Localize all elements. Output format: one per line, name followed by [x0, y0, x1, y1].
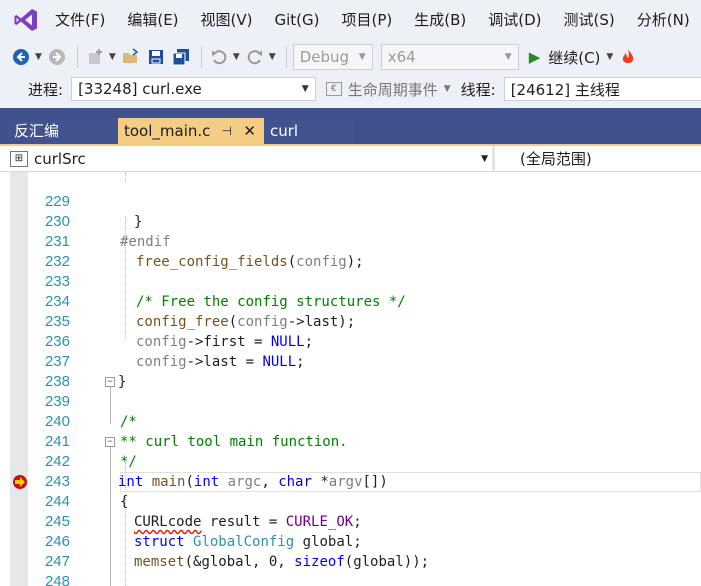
code-line: 249 [0, 572, 701, 586]
tab-tool-main-c[interactable]: tool_main.c ⊣ ✕ [118, 118, 264, 144]
navigate-back-icon[interactable] [10, 46, 32, 68]
save-all-icon[interactable] [170, 46, 192, 68]
menu-bar: 文件(F) 编辑(E) 视图(V) Git(G) 项目(P) 生成(B) 调试(… [0, 0, 701, 40]
code-line: 246 memset(&global, 0, sizeof(global)); [0, 512, 701, 570]
code-line: 229 } [0, 172, 701, 230]
code-line: 243 { [0, 452, 701, 510]
chevron-down-icon: ▼ [358, 52, 366, 62]
scope-select[interactable]: (全局范围) [520, 148, 592, 170]
navigation-bar: ⊞ curlSrc ▼ (全局范围) [0, 146, 701, 172]
process-label: 进程: [28, 80, 64, 99]
nav-divider [492, 146, 495, 172]
solution-platform-select[interactable]: x64 ▼ [380, 44, 519, 70]
project-icon: ⊞ [10, 151, 28, 167]
open-file-icon[interactable] [120, 46, 142, 68]
hot-reload-icon[interactable] [617, 46, 639, 68]
project-select[interactable]: ⊞ curlSrc ▼ [10, 148, 492, 170]
chevron-down-icon: ▼ [481, 154, 488, 164]
code-line: 234 config_free(config->last); [0, 272, 701, 330]
code-line-current: 244 CURLcode result = CURLE_OK; [0, 472, 701, 530]
thread-label: 线程: [460, 80, 496, 99]
code-line: 233 /* Free the config structures */ [0, 252, 701, 310]
solution-configuration-select[interactable]: Debug ▼ [292, 44, 373, 70]
redo-icon[interactable] [244, 46, 266, 68]
toolbar-separator [285, 46, 287, 68]
debug-location-toolbar: 进程: [33248] curl.exe ▼ € 生命周期事件 ▼ 线程: [2… [0, 74, 701, 104]
undo-icon[interactable] [208, 46, 230, 68]
visual-studio-logo-icon[interactable] [8, 0, 44, 40]
continue-label: 继续(C) [548, 48, 601, 67]
tab-curl[interactable]: curl [264, 118, 354, 144]
code-line: 242 int main(int argc, char *argv[]) [0, 432, 701, 490]
menu-project[interactable]: 项目(P) [331, 0, 404, 40]
chevron-down-icon: ▼ [301, 84, 309, 94]
menu-file[interactable]: 文件(F) [44, 0, 116, 40]
solution-platform-value: x64 [387, 48, 416, 66]
navigate-forward-icon[interactable] [46, 46, 68, 68]
code-line: 238 [0, 352, 701, 390]
play-icon: ▶ [528, 48, 541, 66]
new-dropdown-icon[interactable]: ▼ [109, 52, 116, 62]
code-editor[interactable]: − − 229 } 230 #endif 231 free_config_fie… [0, 172, 701, 586]
tab-label: tool_main.c [124, 122, 211, 140]
code-line: 248 main_checkfds(); [0, 552, 701, 586]
undo-dropdown-icon[interactable]: ▼ [233, 52, 240, 62]
code-line: 247 [0, 532, 701, 570]
process-select[interactable]: [33248] curl.exe ▼ [71, 77, 316, 101]
code-line: 237 } [0, 332, 701, 390]
lifecycle-events-label: 生命周期事件 [347, 80, 438, 99]
code-line: 232 [0, 232, 701, 270]
tab-disassembly[interactable]: 反汇编 [8, 118, 118, 144]
toolbar-separator [76, 46, 78, 68]
toolbar-separator [200, 46, 202, 68]
new-project-icon[interactable] [84, 46, 106, 68]
code-line: 235 config->first = NULL; [0, 292, 701, 350]
pin-tab-icon[interactable]: ⊣ [222, 118, 232, 144]
menu-git[interactable]: Git(G) [264, 0, 331, 40]
menu-edit[interactable]: 编辑(E) [116, 0, 189, 40]
lifecycle-events-icon: € [325, 82, 342, 96]
code-line: 240 ** curl tool main function. [0, 392, 701, 450]
solution-configuration-value: Debug [299, 48, 350, 66]
thread-select[interactable]: [24612] 主线程 [503, 77, 701, 101]
continue-button[interactable]: ▶ 继续(C) ▼ [529, 47, 618, 68]
process-value: [33248] curl.exe [78, 80, 202, 98]
chevron-down-icon: ▼ [504, 52, 512, 62]
thread-value: [24612] 主线程 [510, 80, 620, 99]
menu-analyze[interactable]: 分析(N) [626, 0, 701, 40]
close-tab-icon[interactable]: ✕ [243, 118, 256, 144]
redo-dropdown-icon[interactable]: ▼ [269, 52, 276, 62]
code-line: 236 config->last = NULL; [0, 312, 701, 370]
project-value: curlSrc [34, 150, 86, 168]
tab-label: 反汇编 [14, 122, 60, 140]
back-dropdown-icon[interactable]: ▼ [35, 52, 42, 62]
menu-debug[interactable]: 调试(D) [477, 0, 552, 40]
tab-label: curl [270, 122, 299, 140]
save-icon[interactable] [145, 46, 167, 68]
continue-dropdown-icon[interactable]: ▼ [606, 52, 613, 62]
code-line: 230 #endif [0, 192, 701, 250]
menu-test[interactable]: 测试(S) [553, 0, 626, 40]
code-line: 241 */ [0, 412, 701, 470]
code-line: 231 free_config_fields(config); [0, 212, 701, 270]
menu-view[interactable]: 视图(V) [190, 0, 264, 40]
lifecycle-events-button[interactable]: € 生命周期事件 ▼ [325, 79, 451, 100]
scope-value: (全局范围) [520, 150, 592, 168]
code-line: 245 struct GlobalConfig global; [0, 492, 701, 550]
menu-build[interactable]: 生成(B) [403, 0, 477, 40]
code-line: 239 /* [0, 372, 701, 430]
chevron-down-icon: ▼ [443, 84, 451, 94]
standard-toolbar: ▼ ▼ ▼ ▼ Debug ▼ x64 ▼ ▶ 继续(C) ▼ [0, 40, 701, 74]
